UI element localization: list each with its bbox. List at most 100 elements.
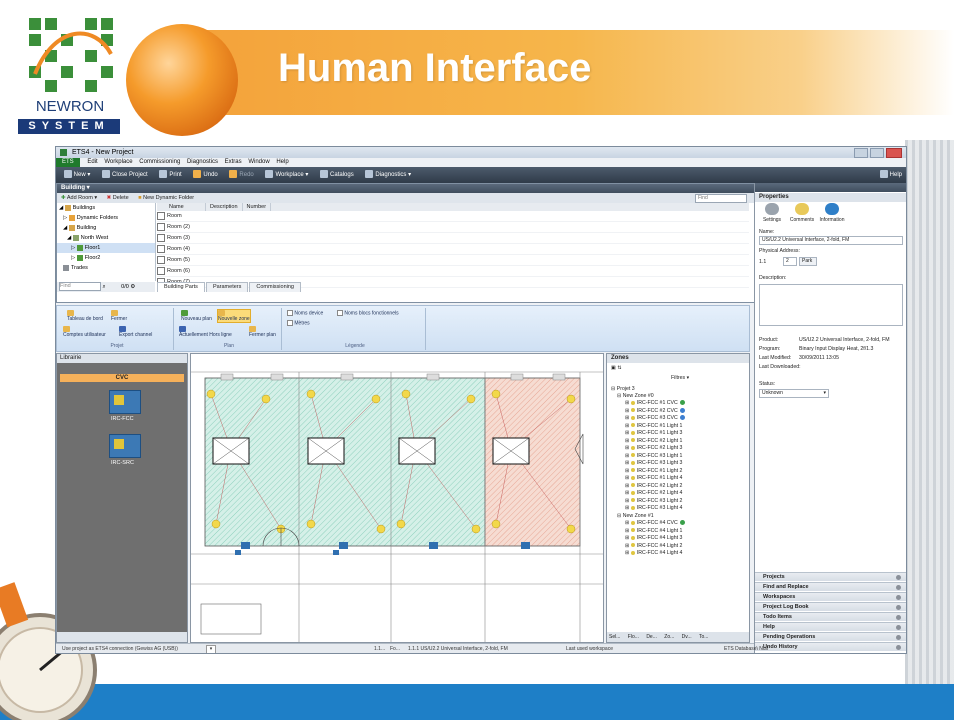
status-select[interactable]: Unknown ▾ bbox=[759, 389, 829, 398]
zone-tree-item[interactable]: ⊞ IRC-FCC #1 Light 2 bbox=[625, 468, 682, 474]
tree-item-buildings[interactable]: ◢ Buildings bbox=[57, 203, 155, 213]
new-button[interactable]: New ▾ bbox=[63, 167, 90, 183]
device-irc-src[interactable] bbox=[109, 434, 141, 458]
status-dropdown[interactable]: ▾ bbox=[206, 645, 216, 653]
nouvelle-zone-button[interactable]: Nouvelle zone bbox=[217, 309, 251, 324]
tab-commissioning[interactable]: Commissioning bbox=[249, 282, 301, 292]
help-button[interactable]: Help bbox=[879, 167, 902, 183]
zone-tree-zone0[interactable]: ⊟ New Zone #0 bbox=[617, 393, 654, 399]
zone-tree-item[interactable]: ⊞ IRC-FCC #3 Light 3 bbox=[625, 460, 682, 466]
zone-tree-item[interactable]: ⊞ IRC-FCC #2 Light 2 bbox=[625, 483, 682, 489]
noms-device-checkbox[interactable]: Noms device bbox=[287, 310, 323, 316]
tab-dv[interactable]: Dv... bbox=[682, 634, 692, 640]
print-button[interactable]: Print bbox=[159, 167, 182, 183]
tab-floors[interactable]: Flo... bbox=[628, 634, 639, 640]
section-pending-operations[interactable]: Pending Operations bbox=[755, 632, 906, 641]
col-name[interactable]: Name bbox=[165, 203, 206, 211]
zone-tree-item[interactable]: ⊞ IRC-FCC #3 CVC bbox=[625, 415, 685, 421]
add-room-button[interactable]: ✚ Add Room ▾ bbox=[61, 195, 97, 201]
zone-tree-item[interactable]: ⊞ IRC-FCC #1 Light 3 bbox=[625, 430, 682, 436]
zone-tree-item[interactable]: ⊞ IRC-FCC #4 Light 3 bbox=[625, 535, 682, 541]
zone-tree-item[interactable]: ⊞ IRC-FCC #2 Light 3 bbox=[625, 445, 682, 451]
tree-find-input[interactable]: Find bbox=[59, 282, 101, 292]
section-workspaces[interactable]: Workspaces bbox=[755, 592, 906, 601]
sort-icon[interactable]: ⇅ bbox=[617, 365, 621, 371]
zone-tree-item[interactable]: ⊞ IRC-FCC #2 CVC bbox=[625, 408, 685, 414]
zone-tree-item[interactable]: ⊞ IRC-FCC #1 Light 1 bbox=[625, 423, 682, 429]
tab-building-parts[interactable]: Building Parts bbox=[157, 282, 205, 292]
delete-button[interactable]: ✖ Delete bbox=[107, 195, 129, 201]
menu-diagnostics[interactable]: Diagnostics bbox=[187, 158, 218, 167]
workplace-button[interactable]: Workplace ▾ bbox=[265, 167, 308, 183]
tree-item-dynamic-folders[interactable]: ▷ Dynamic Folders bbox=[57, 213, 155, 223]
diagnostics-button[interactable]: Diagnostics ▾ bbox=[365, 167, 411, 183]
menu-help[interactable]: Help bbox=[276, 158, 288, 167]
category-cvc[interactable]: CVC bbox=[60, 374, 184, 382]
menu-workplace[interactable]: Workplace bbox=[104, 158, 132, 167]
section-find-and-replace[interactable]: Find and Replace bbox=[755, 582, 906, 591]
table-row[interactable]: Room (6) bbox=[157, 266, 749, 277]
new-dynamic-folder-button[interactable]: ■ New Dynamic Folder bbox=[138, 195, 194, 201]
zone-tree-item[interactable]: ⊞ IRC-FCC #4 Light 2 bbox=[625, 543, 682, 549]
zone-tree-zone1[interactable]: ⊟ New Zone #1 bbox=[617, 513, 654, 519]
redo-button[interactable]: Redo bbox=[229, 167, 254, 183]
zone-tree-item[interactable]: ⊞ IRC-FCC #4 Light 4 bbox=[625, 550, 682, 556]
menu-edit[interactable]: Edit bbox=[87, 158, 97, 167]
close-project-button[interactable]: Close Project bbox=[102, 167, 148, 183]
minimize-button[interactable] bbox=[854, 148, 869, 158]
table-row[interactable]: Room (5) bbox=[157, 255, 749, 266]
zone-tree-item[interactable]: ⊞ IRC-FCC #4 CVC bbox=[625, 520, 685, 526]
comptes-utilisateur-button[interactable]: Comptes utilisateur bbox=[63, 326, 106, 338]
tab-devices[interactable]: De... bbox=[646, 634, 657, 640]
floor-plan-canvas[interactable] bbox=[190, 353, 604, 643]
menu-window[interactable]: Window bbox=[248, 158, 269, 167]
section-project-log-book[interactable]: Project Log Book bbox=[755, 602, 906, 611]
catalogs-button[interactable]: Catalogs bbox=[320, 167, 354, 183]
zone-tree-item[interactable]: ⊞ IRC-FCC #1 CVC bbox=[625, 400, 685, 406]
tree-item-floor1[interactable]: ▷ Floor1 bbox=[57, 243, 155, 253]
section-projects[interactable]: Projects bbox=[755, 572, 906, 581]
filter-button[interactable]: Filtres ▾ bbox=[671, 375, 689, 381]
section-undo-history[interactable]: Undo History bbox=[755, 642, 906, 651]
zone-tree-item[interactable]: ⊞ IRC-FCC #3 Light 2 bbox=[625, 498, 682, 504]
tab-zones[interactable]: Zo... bbox=[664, 634, 674, 640]
menu-ets[interactable]: ETS bbox=[56, 158, 80, 167]
zone-tree-item[interactable]: ⊞ IRC-FCC #2 Light 4 bbox=[625, 490, 682, 496]
fermer-plan-button[interactable]: Fermer plan bbox=[249, 326, 276, 338]
section-help[interactable]: Help bbox=[755, 622, 906, 631]
device-irc-fcc[interactable] bbox=[109, 390, 141, 414]
building-find-input[interactable]: Find bbox=[695, 194, 747, 203]
maximize-button[interactable] bbox=[870, 148, 885, 158]
section-todo-items[interactable]: Todo Items bbox=[755, 612, 906, 621]
metres-checkbox[interactable]: Mètres bbox=[287, 320, 310, 326]
gear-icon[interactable]: ⚙ bbox=[130, 284, 135, 290]
close-window-button[interactable] bbox=[886, 148, 902, 158]
table-row[interactable]: Room (4) bbox=[157, 244, 749, 255]
fermer-button[interactable]: Fermer bbox=[111, 310, 127, 322]
col-description[interactable]: Description bbox=[206, 203, 243, 211]
tab-information[interactable]: Information bbox=[819, 203, 845, 223]
park-button[interactable]: Park bbox=[799, 257, 817, 266]
tree-item-floor2[interactable]: ▷ Floor2 bbox=[57, 253, 155, 263]
nouveau-plan-button[interactable]: Nouveau plan bbox=[181, 310, 212, 322]
tree-item-trades[interactable]: Trades bbox=[57, 263, 155, 273]
building-panel-header[interactable]: Building ▾ bbox=[57, 184, 755, 193]
table-row[interactable]: Room bbox=[157, 211, 749, 222]
tab-settings[interactable]: Settings bbox=[759, 203, 785, 223]
tab-selection[interactable]: Sel... bbox=[609, 634, 620, 640]
tree-item-building[interactable]: ◢ Building bbox=[57, 223, 155, 233]
table-row[interactable]: Room (3) bbox=[157, 233, 749, 244]
zone-tree-item[interactable]: ⊞ IRC-FCC #3 Light 4 bbox=[625, 505, 682, 511]
tableau-de-bord-button[interactable]: Tableau de bord bbox=[67, 310, 103, 322]
tab-comments[interactable]: Comments bbox=[789, 203, 815, 223]
zone-tree-item[interactable]: ⊞ IRC-FCC #3 Light 1 bbox=[625, 453, 682, 459]
zone-tree-item[interactable]: ⊞ IRC-FCC #1 Light 4 bbox=[625, 475, 682, 481]
zone-tree-project[interactable]: ⊟ Projet 3 bbox=[611, 386, 635, 392]
zone-tree-item[interactable]: ⊞ IRC-FCC #2 Light 1 bbox=[625, 438, 682, 444]
search-icon[interactable]: ⌕ bbox=[103, 284, 106, 290]
undo-button[interactable]: Undo bbox=[193, 167, 218, 183]
col-number[interactable]: Number bbox=[243, 203, 272, 211]
menu-extras[interactable]: Extras bbox=[225, 158, 242, 167]
tab-parameters[interactable]: Parameters bbox=[205, 282, 249, 292]
noms-blocs-checkbox[interactable]: Noms blocs fonctionnels bbox=[337, 310, 399, 316]
